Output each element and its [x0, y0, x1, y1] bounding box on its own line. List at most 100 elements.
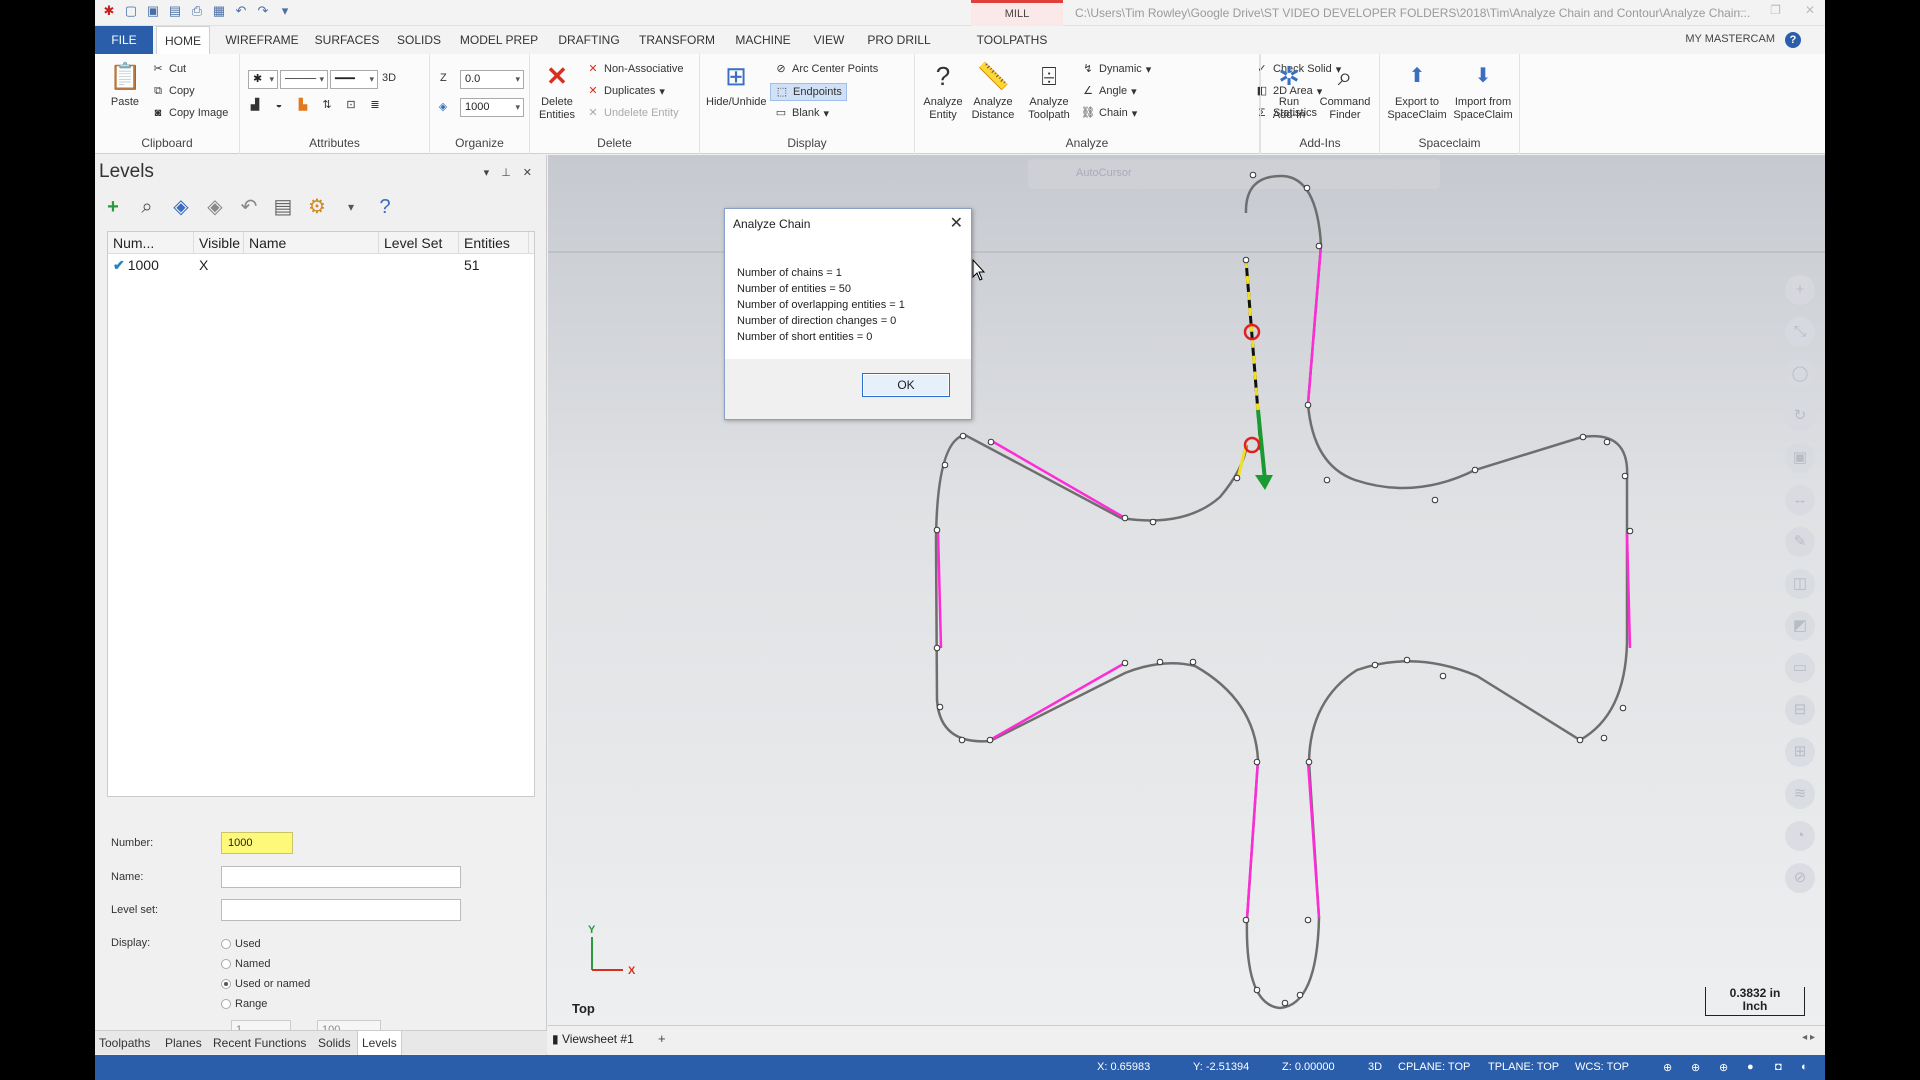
chain-outline-gray[interactable]: [934, 174, 1629, 1010]
analyze-entity-button[interactable]: ? Analyze Entity: [921, 60, 965, 122]
run-add-in-button[interactable]: ✲ Run Add-In: [1267, 60, 1311, 122]
dynamic-button[interactable]: ↯ Dynamic ▾: [1081, 62, 1151, 76]
help-icon[interactable]: ?: [1785, 32, 1801, 48]
tab-file[interactable]: FILE: [95, 26, 153, 54]
status-tplane[interactable]: TPLANE: TOP: [1488, 1061, 1559, 1073]
export-spaceclaim-button[interactable]: ⬆ Export to SpaceClaim: [1384, 60, 1450, 122]
delete-entities-button[interactable]: ✕ Delete Entities: [534, 60, 580, 122]
solid-color-icon[interactable]: ▙: [296, 98, 310, 112]
new-file-icon[interactable]: ▢: [123, 3, 139, 19]
surface-color-icon[interactable]: ◒: [272, 98, 286, 112]
print-icon[interactable]: ⎙: [189, 3, 205, 19]
rotate-icon[interactable]: ↻: [1785, 401, 1815, 431]
view-top-icon[interactable]: ▣: [1785, 443, 1815, 473]
import-spaceclaim-button[interactable]: ⬇ Import from SpaceClaim: [1450, 60, 1516, 122]
segment-magenta[interactable]: [936, 529, 943, 649]
level-set-field[interactable]: [221, 899, 461, 921]
add-viewsheet-icon[interactable]: +: [658, 1031, 666, 1046]
level-list-icon[interactable]: ▤: [271, 195, 295, 219]
my-mastercam-link[interactable]: MY MASTERCAM: [1685, 33, 1775, 45]
arc-center-points-button[interactable]: ⊘ Arc Center Points: [774, 62, 878, 76]
duplicates-button[interactable]: ✕ Duplicates ▾: [586, 84, 665, 98]
viewsheet-scroll-icons[interactable]: ◂ ▸: [1802, 1032, 1815, 1043]
open-folder-icon[interactable]: ▤: [167, 3, 183, 19]
wireframe-toggle-icon[interactable]: ◘: [1775, 1061, 1782, 1073]
iso-view-icon[interactable]: ◩: [1785, 611, 1815, 641]
ruler-icon[interactable]: ⊟: [1785, 695, 1815, 725]
selected-segment-tail[interactable]: [1236, 444, 1248, 479]
undelete-entity-button[interactable]: ✕ Undelete Entity: [586, 106, 678, 120]
undo-icon[interactable]: ↶: [233, 3, 249, 19]
shading-sphere-icon[interactable]: ●: [1747, 1061, 1754, 1073]
zoom-window-icon[interactable]: ⤡: [1785, 317, 1815, 347]
analyze-toolpath-button[interactable]: ⌹ Analyze Toolpath: [1023, 60, 1075, 122]
tab-drafting[interactable]: DRAFTING: [547, 26, 631, 54]
minimize-icon[interactable]: –: [1739, 3, 1746, 17]
context-tab-mill[interactable]: MILL: [971, 0, 1063, 26]
layers-icon[interactable]: ◈: [169, 195, 193, 219]
radio-named[interactable]: Named: [221, 958, 270, 970]
section-icon[interactable]: ▭: [1785, 653, 1815, 683]
z-depth-input[interactable]: 0.0: [460, 70, 524, 89]
col-number[interactable]: Num...: [108, 232, 194, 253]
copy-button[interactable]: ⧉ Copy: [151, 84, 195, 98]
segment-magenta[interactable]: [989, 438, 1126, 520]
panel-close-icon[interactable]: ✕: [523, 166, 532, 179]
settings-gear-icon[interactable]: ⚙: [305, 195, 329, 219]
paste-button[interactable]: 📋 Paste: [105, 60, 145, 109]
analyze-distance-button[interactable]: 📏 Analyze Distance: [967, 60, 1019, 122]
redo-icon[interactable]: ↷: [255, 3, 271, 19]
hide-unhide-button[interactable]: ⊞ Hide/Unhide: [706, 60, 767, 109]
name-field[interactable]: [221, 866, 461, 888]
save-as-icon[interactable]: ▦: [211, 3, 227, 19]
grid-icon[interactable]: ⊞: [1785, 737, 1815, 767]
status-mode[interactable]: 3D: [1368, 1061, 1382, 1073]
tab-recent-functions[interactable]: Recent Functions: [213, 1036, 306, 1050]
tab-solids[interactable]: SOLIDS: [387, 26, 451, 54]
non-associative-button[interactable]: ✕ Non-Associative: [586, 62, 683, 76]
color-fill-icon[interactable]: ▟: [248, 98, 262, 112]
shading-icon[interactable]: ◔: [1785, 821, 1815, 851]
number-field[interactable]: 1000: [221, 832, 293, 854]
cross-shape-chain[interactable]: [933, 171, 1634, 1010]
tab-wireframe[interactable]: WIREFRAME: [217, 26, 307, 54]
dialog-close-icon[interactable]: ✕: [950, 213, 963, 233]
tab-solids-manager[interactable]: Solids: [318, 1036, 351, 1050]
level-input[interactable]: 1000: [460, 98, 524, 117]
measure-icon[interactable]: ↔: [1785, 485, 1815, 515]
panel-menu-icon[interactable]: ▾: [484, 166, 490, 179]
tab-surfaces[interactable]: SURFACES: [307, 26, 387, 54]
tab-view[interactable]: VIEW: [803, 26, 855, 54]
col-visible[interactable]: Visible: [194, 232, 244, 253]
layers-stack-icon[interactable]: ≋: [1785, 779, 1815, 809]
line-width-dropdown[interactable]: ━━━: [330, 70, 378, 89]
settings-dropdown-icon[interactable]: ▾: [339, 195, 363, 219]
close-window-icon[interactable]: ✕: [1805, 3, 1815, 17]
globe-icon[interactable]: ⊕: [1663, 1061, 1672, 1074]
blank-button[interactable]: ▭ Blank ▾: [774, 106, 829, 120]
col-name[interactable]: Name: [244, 232, 379, 253]
endpoints-button[interactable]: ⬚ Endpoints: [770, 83, 847, 101]
help-circle-icon[interactable]: ?: [373, 195, 397, 219]
command-finder-button[interactable]: ⌕ Command Finder: [1315, 60, 1375, 122]
segment-magenta[interactable]: [989, 661, 1126, 742]
customize-qat-icon[interactable]: ▾: [277, 3, 293, 19]
save-icon[interactable]: ▣: [145, 3, 161, 19]
status-cplane[interactable]: CPLANE: TOP: [1398, 1061, 1470, 1073]
zoom-in-icon[interactable]: +: [1785, 275, 1815, 305]
viewsheet-tab[interactable]: ▮ Viewsheet #1: [552, 1032, 634, 1046]
line-style-dropdown[interactable]: ────: [280, 70, 328, 89]
restore-icon[interactable]: ❐: [1770, 3, 1781, 17]
no-entry-icon[interactable]: ⊘: [1785, 863, 1815, 893]
col-level-set[interactable]: Level Set: [379, 232, 459, 253]
tab-transform[interactable]: TRANSFORM: [631, 26, 723, 54]
tab-toolpaths-manager[interactable]: Toolpaths: [99, 1036, 150, 1050]
tab-pro-drill[interactable]: PRO DRILL: [855, 26, 943, 54]
cube-icon[interactable]: ◫: [1785, 569, 1815, 599]
status-wcs[interactable]: WCS: TOP: [1575, 1061, 1629, 1073]
tab-levels-manager[interactable]: Levels: [357, 1031, 402, 1056]
radio-range[interactable]: Range: [221, 998, 267, 1010]
cut-button[interactable]: ✂ Cut: [151, 62, 186, 76]
tab-machine[interactable]: MACHINE: [723, 26, 803, 54]
view-globe-icon[interactable]: ⊕: [1691, 1061, 1700, 1074]
